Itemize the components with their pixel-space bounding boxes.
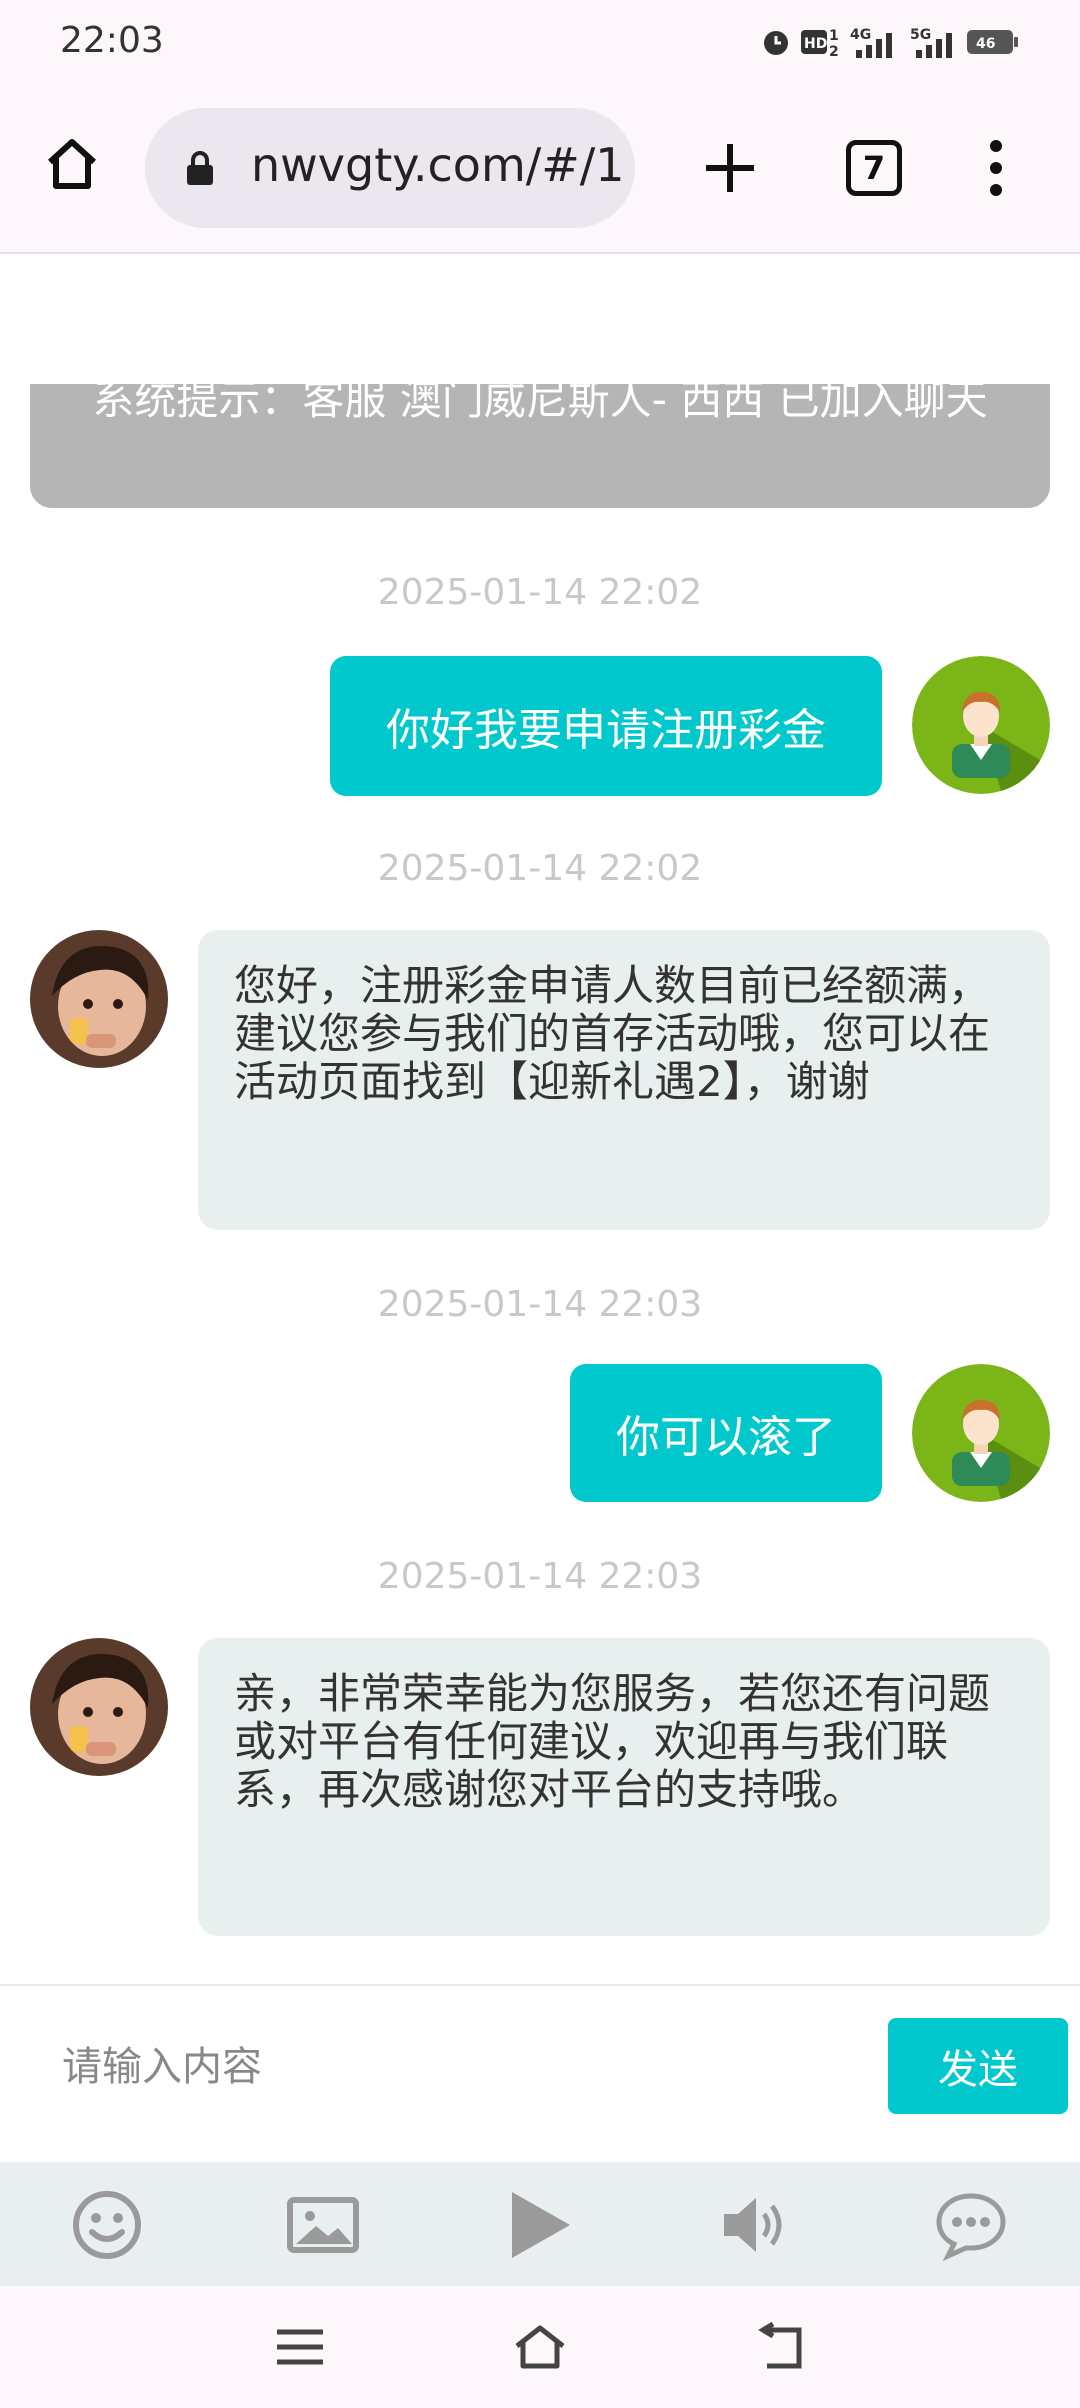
tab-switcher-button[interactable]: 7 xyxy=(846,140,902,196)
url-text: nwvgty.com/#/1 xyxy=(251,138,625,192)
address-bar[interactable]: nwvgty.com/#/1 xyxy=(145,108,635,228)
agent-avatar[interactable] xyxy=(30,1638,168,1776)
home-icon[interactable] xyxy=(40,132,104,196)
message-text: 您好，注册彩金申请人数目前已经额满，建议您参与我们的首存活动哦，您可以在活动页面… xyxy=(234,961,991,1106)
battery-icon: 46 xyxy=(967,30,1018,54)
signal-4g-icon: 4G xyxy=(850,27,892,58)
message-text: 你好我要申请注册彩金 xyxy=(386,705,826,756)
outgoing-message: 你好我要申请注册彩金 xyxy=(330,656,882,796)
chat-tools-bar xyxy=(0,2162,1080,2286)
system-notice: 系统提示：客服 澳门威尼斯人- 西西 已加入聊天 xyxy=(30,384,1050,508)
message-text: 亲，非常荣幸能为您服务，若您还有问题或对平台有任何建议，欢迎再与我们联系，再次感… xyxy=(234,1669,991,1814)
signal-5g-icon: 5G xyxy=(910,27,952,58)
status-time: 22:03 xyxy=(60,20,164,61)
emoji-icon[interactable] xyxy=(70,2188,144,2262)
chat-area[interactable]: 系统提示：客服 澳门威尼斯人- 西西 已加入聊天 2025-01-14 22:0… xyxy=(0,254,1080,1984)
svg-text:2: 2 xyxy=(829,44,839,58)
svg-text:HD: HD xyxy=(804,36,827,52)
user-avatar-icon xyxy=(912,656,1050,794)
message-input[interactable] xyxy=(60,2026,864,2108)
alarm-icon xyxy=(764,31,788,55)
image-icon[interactable] xyxy=(286,2188,360,2262)
system-nav-bar xyxy=(0,2286,1080,2408)
message-timestamp: 2025-01-14 22:03 xyxy=(377,1284,703,1325)
new-tab-icon[interactable] xyxy=(700,138,760,198)
speaker-icon[interactable] xyxy=(718,2188,792,2262)
message-timestamp: 2025-01-14 22:03 xyxy=(377,1556,703,1597)
browser-toolbar: nwvgty.com/#/1 7 xyxy=(0,92,1080,254)
message-timestamp: 2025-01-14 22:02 xyxy=(377,848,703,889)
outgoing-message: 你可以滚了 xyxy=(570,1364,882,1502)
incoming-message: 亲，非常荣幸能为您服务，若您还有问题或对平台有任何建议，欢迎再与我们联系，再次感… xyxy=(198,1638,1050,1936)
agent-avatar[interactable] xyxy=(30,930,168,1068)
user-avatar-icon xyxy=(912,1364,1050,1502)
more-menu-icon[interactable] xyxy=(980,138,1012,198)
back-icon[interactable] xyxy=(753,2322,807,2372)
svg-text:1: 1 xyxy=(829,28,839,44)
status-bar: 22:03 HD 12 4G 5G 46 xyxy=(0,0,1080,92)
user-avatar[interactable] xyxy=(912,1364,1050,1502)
message-text: 你可以滚了 xyxy=(616,1412,836,1463)
hd-voice-icon: HD 12 xyxy=(801,28,839,58)
message-timestamp: 2025-01-14 22:02 xyxy=(377,572,703,613)
lock-icon xyxy=(187,151,213,185)
svg-text:4G: 4G xyxy=(850,27,871,43)
agent-avatar-photo xyxy=(30,930,168,1068)
chat-icon[interactable] xyxy=(934,2188,1008,2262)
play-icon[interactable] xyxy=(502,2188,576,2262)
message-composer: 发送 xyxy=(0,1984,1080,2164)
agent-avatar-photo xyxy=(30,1638,168,1776)
battery-level: 46 xyxy=(976,36,995,52)
recent-apps-icon[interactable] xyxy=(273,2322,327,2372)
user-avatar[interactable] xyxy=(912,656,1050,794)
svg-text:5G: 5G xyxy=(910,27,931,43)
send-button[interactable]: 发送 xyxy=(888,2018,1068,2114)
nav-home-icon[interactable] xyxy=(513,2322,567,2372)
incoming-message: 您好，注册彩金申请人数目前已经额满，建议您参与我们的首存活动哦，您可以在活动页面… xyxy=(198,930,1050,1230)
system-notice-text: 系统提示：客服 澳门威尼斯人- 西西 已加入聊天 xyxy=(92,384,988,424)
